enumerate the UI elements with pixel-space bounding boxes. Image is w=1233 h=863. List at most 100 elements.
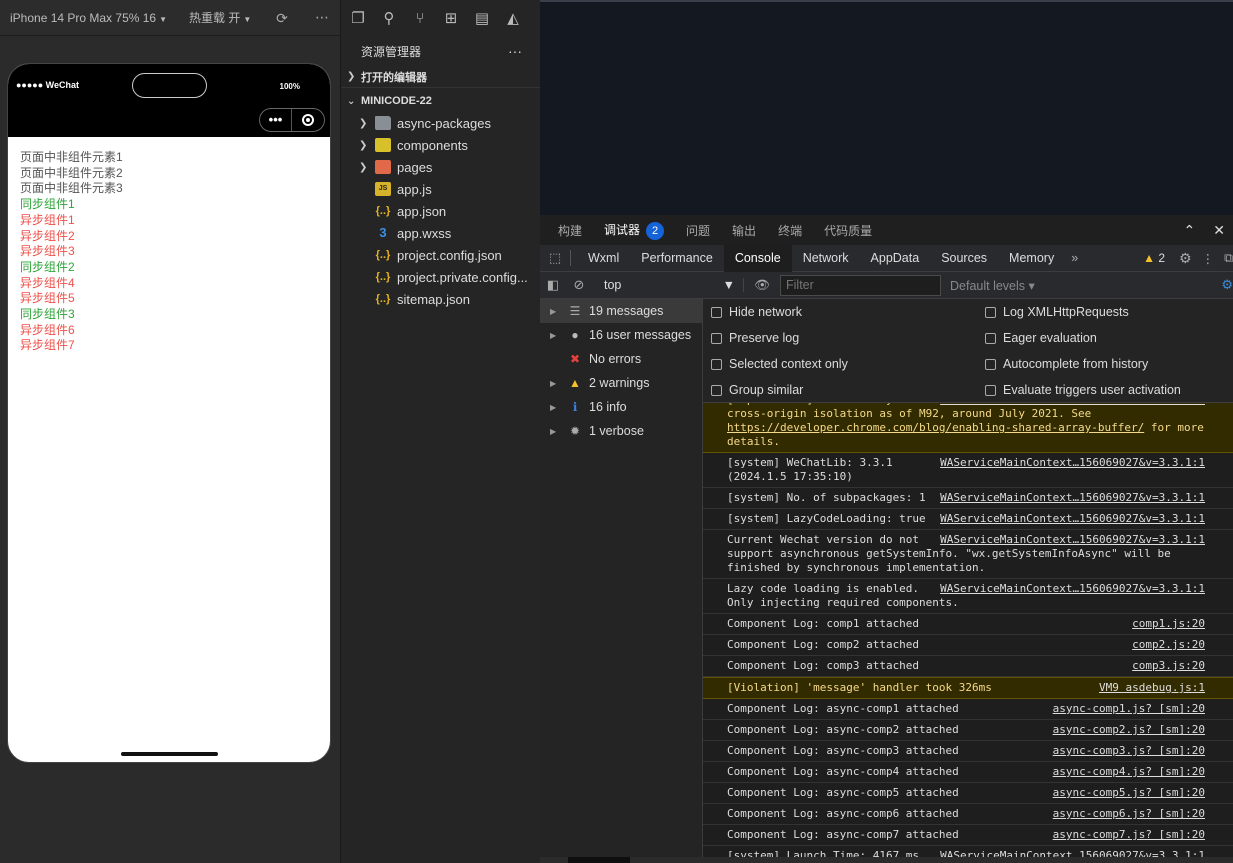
tab-code-quality[interactable]: 代码质量 bbox=[824, 222, 872, 239]
settings-icon[interactable]: ⚙ bbox=[1179, 250, 1192, 267]
page-line: 异步组件3 bbox=[20, 244, 75, 259]
eye-icon[interactable]: 👁 bbox=[744, 278, 780, 293]
checkbox[interactable] bbox=[985, 384, 996, 396]
docker-icon[interactable]: ◭ bbox=[504, 9, 522, 27]
extensions-icon[interactable]: ⊞ bbox=[442, 9, 460, 27]
tree-file[interactable]: JS app.js bbox=[341, 178, 540, 200]
explorer-title: 资源管理器 ··· bbox=[341, 36, 540, 66]
log-source-link[interactable]: WAServiceMainContext…156069027&v=3.3.1:1 bbox=[940, 456, 1205, 470]
capsule-close-icon[interactable] bbox=[292, 114, 324, 126]
checkbox[interactable] bbox=[985, 306, 996, 318]
selected-context-checkbox[interactable]: Selected context only bbox=[711, 357, 848, 371]
close-icon[interactable]: ✕ bbox=[1213, 222, 1225, 239]
panel-icon[interactable]: ▤ bbox=[473, 9, 491, 27]
devtools-tab-sources[interactable]: Sources bbox=[930, 245, 998, 272]
log-source-link[interactable]: async-comp6.js? [sm]:20 bbox=[1053, 807, 1205, 821]
scrollbar-thumb[interactable] bbox=[568, 857, 630, 863]
rotate-icon[interactable]: ⟳ bbox=[274, 10, 290, 26]
devtools-tab-wxml[interactable]: Wxml bbox=[577, 245, 630, 272]
tree-folder[interactable]: ❯ components bbox=[341, 134, 540, 156]
log-source-link[interactable]: async-comp4.js? [sm]:20 bbox=[1053, 765, 1205, 779]
log-xhr-checkbox[interactable]: Log XMLHttpRequests bbox=[985, 305, 1129, 319]
search-icon[interactable]: ⚲ bbox=[380, 9, 398, 27]
devtools-tab-performance[interactable]: Performance bbox=[630, 245, 724, 272]
scrollbar[interactable] bbox=[540, 857, 1233, 863]
log-source-link[interactable]: WAServiceMainContext…156069027&v=3.3.1:1 bbox=[940, 533, 1205, 547]
sidebar-item-list[interactable]: ▶ ☰ 19 messages bbox=[540, 299, 702, 323]
log-source-link[interactable]: WAServiceMainContext…156069027&v=3.3.1:1 bbox=[940, 491, 1205, 505]
log-source-link[interactable]: comp3.js:20 bbox=[1132, 659, 1205, 673]
filter-input[interactable] bbox=[780, 274, 941, 296]
tab-terminal[interactable]: 终端 bbox=[778, 222, 802, 239]
log-source-link[interactable]: async-comp1.js? [sm]:20 bbox=[1053, 702, 1205, 716]
tree-file[interactable]: {..} app.json bbox=[341, 200, 540, 222]
source-control-icon[interactable]: ⑂ bbox=[411, 10, 429, 27]
log-source-link[interactable]: async-comp2.js? [sm]:20 bbox=[1053, 723, 1205, 737]
phone-status-bar: ●●●●● WeChat 100% bbox=[8, 64, 330, 106]
levels-select[interactable]: Default levels ▾ bbox=[950, 278, 1035, 293]
warning-count[interactable]: ▲ 2 bbox=[1143, 251, 1165, 265]
tab-problems[interactable]: 问题 bbox=[686, 222, 710, 239]
sidebar-item-info[interactable]: ▶ ℹ 16 info bbox=[540, 395, 702, 419]
tab-output[interactable]: 输出 bbox=[732, 222, 756, 239]
bug-icon: ✹ bbox=[569, 424, 581, 438]
hide-network-checkbox[interactable]: Hide network bbox=[711, 305, 802, 319]
devtools-tab-memory[interactable]: Memory bbox=[998, 245, 1065, 272]
log-source-link[interactable]: async-comp3.js? [sm]:20 bbox=[1053, 744, 1205, 758]
open-editors-section[interactable]: ❯ 打开的编辑器 bbox=[341, 66, 540, 88]
chevron-up-icon[interactable]: ⌃ bbox=[1184, 222, 1196, 239]
hot-reload-toggle[interactable]: 热重载 开 ▼ bbox=[189, 9, 251, 26]
devtools-tab-appdata[interactable]: AppData bbox=[860, 245, 931, 272]
eager-eval-checkbox[interactable]: Eager evaluation bbox=[985, 331, 1097, 345]
project-section[interactable]: ⌄ MINICODE-22 bbox=[341, 90, 540, 112]
log-source-link[interactable]: VM9 asdebug.js:1 bbox=[1099, 681, 1205, 695]
log-source-link[interactable]: WAServiceMainContext…156069027&v=3.3.1:1 bbox=[940, 582, 1205, 596]
log-source-link[interactable]: async-comp5.js? [sm]:20 bbox=[1053, 786, 1205, 800]
sidebar-item-warnc[interactable]: ▶ ▲ 2 warnings bbox=[540, 371, 702, 395]
tree-file[interactable]: {..} project.config.json bbox=[341, 244, 540, 266]
devtools-tab-network[interactable]: Network bbox=[792, 245, 860, 272]
log-source-link[interactable]: comp1.js:20 bbox=[1132, 617, 1205, 631]
log-source-link[interactable]: async-comp7.js? [sm]:20 bbox=[1053, 828, 1205, 842]
device-select[interactable]: iPhone 14 Pro Max 75% 16 ▼ bbox=[10, 11, 167, 25]
devtools-tab-console[interactable]: Console bbox=[723, 244, 792, 272]
group-similar-checkbox[interactable]: Group similar bbox=[711, 383, 803, 397]
dock-icon[interactable]: ⧉ bbox=[1224, 251, 1233, 266]
checkbox[interactable] bbox=[711, 384, 722, 396]
tree-file[interactable]: {..} project.private.config... bbox=[341, 266, 540, 288]
tree-folder[interactable]: ❯ pages bbox=[341, 156, 540, 178]
tree-folder[interactable]: ❯ async-packages bbox=[341, 112, 540, 134]
sidebar-item-verbose[interactable]: ▶ ✹ 1 verbose bbox=[540, 419, 702, 443]
checkbox[interactable] bbox=[711, 332, 722, 344]
explorer-more-icon[interactable]: ··· bbox=[508, 43, 522, 59]
file-tree: ❯ async-packages ❯ components ❯ pages JS app.js… bbox=[341, 112, 540, 310]
tab-build[interactable]: 构建 bbox=[558, 222, 582, 239]
files-icon[interactable]: ❐ bbox=[349, 9, 367, 27]
settings-gear-icon[interactable]: ⚙ bbox=[1221, 277, 1233, 293]
checkbox[interactable] bbox=[711, 306, 722, 318]
log-source-link[interactable]: WAServiceMainContext…156069027&v=3.3.1:1 bbox=[940, 512, 1205, 526]
more-tabs-icon[interactable]: » bbox=[1065, 251, 1084, 265]
kebab-menu-icon[interactable]: ⋮ bbox=[1202, 251, 1215, 266]
more-icon[interactable]: ⋯ bbox=[314, 9, 330, 26]
sidebar-item-user[interactable]: ▶ ● 16 user messages bbox=[540, 323, 702, 347]
pages-folder-icon bbox=[375, 160, 391, 174]
context-select[interactable]: top ▼ bbox=[604, 278, 744, 292]
checkbox[interactable] bbox=[985, 358, 996, 370]
capsule-more-icon[interactable]: ••• bbox=[260, 109, 293, 131]
sidebar-item-err[interactable]: ✖ No errors bbox=[540, 347, 702, 371]
log-source-link[interactable]: comp2.js:20 bbox=[1132, 638, 1205, 652]
tree-file[interactable]: 3 app.wxss bbox=[341, 222, 540, 244]
log-link[interactable]: https://developer.chrome.com/blog/enabli… bbox=[727, 421, 1144, 434]
tree-file[interactable]: {..} sitemap.json bbox=[341, 288, 540, 310]
checkbox[interactable] bbox=[711, 358, 722, 370]
preserve-log-checkbox[interactable]: Preserve log bbox=[711, 331, 799, 345]
inspect-icon[interactable]: ⬚ bbox=[540, 250, 570, 266]
eval-triggers-checkbox[interactable]: Evaluate triggers user activation bbox=[985, 383, 1181, 397]
clear-console-icon[interactable]: ⊘ bbox=[566, 277, 592, 293]
sidebar-toggle-icon[interactable]: ◧ bbox=[540, 277, 566, 293]
log-source-link[interactable]: WAServiceMainContext…156069027&v=3.3.1:1 bbox=[940, 403, 1205, 407]
autocomplete-checkbox[interactable]: Autocomplete from history bbox=[985, 357, 1148, 371]
tab-debugger[interactable]: 调试器 2 bbox=[604, 221, 665, 247]
checkbox[interactable] bbox=[985, 332, 996, 344]
